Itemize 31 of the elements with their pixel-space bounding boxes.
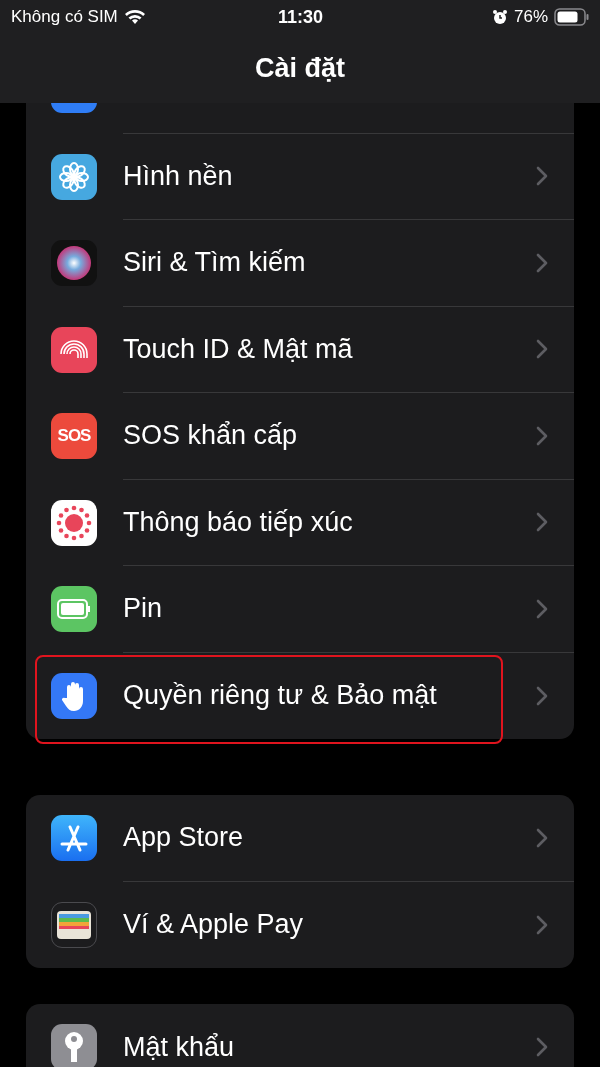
flower-icon [58,160,90,193]
chevron-icon [536,252,548,273]
settings-item[interactable]: App Store [123,822,244,854]
sos-label: SOS [57,426,91,447]
chevron-icon [536,166,548,187]
settings-item[interactable]: SOS khẩn cấp [123,420,298,452]
settings-item[interactable]: Hình nền [123,160,233,192]
settings-item[interactable]: Siri & Tìm kiếm [123,247,306,279]
chevron-icon [536,339,548,360]
chevron-icon [536,512,548,533]
screen-title: Cài đặt [255,53,345,84]
alarm-clock-icon [492,9,508,25]
battery-percent: 76% [514,7,548,27]
wallet-icon [56,909,92,940]
clock-time: 11:30 [278,6,324,28]
chevron-icon [536,1037,548,1058]
battery-icon [57,599,91,620]
chevron-icon [536,598,548,619]
chevron-icon [536,685,548,706]
settings-item[interactable]: Pin [123,593,163,625]
wifi-icon [123,9,146,25]
chevron-icon [536,827,548,848]
carrier-label: Không có SIM [11,7,118,27]
settings-item[interactable]: Ví & Apple Pay [123,909,304,941]
chevron-icon [536,425,548,446]
settings-item[interactable]: Touch ID & Mật mã [123,333,353,365]
chevron-icon [536,914,548,935]
settings-item[interactable]: Quyền riêng tư & Bảo mật [123,680,437,712]
settings-item[interactable]: Thông báo tiếp xúc [123,506,353,538]
settings-item[interactable]: Mật khẩu [123,1031,235,1063]
battery-icon [554,8,590,26]
